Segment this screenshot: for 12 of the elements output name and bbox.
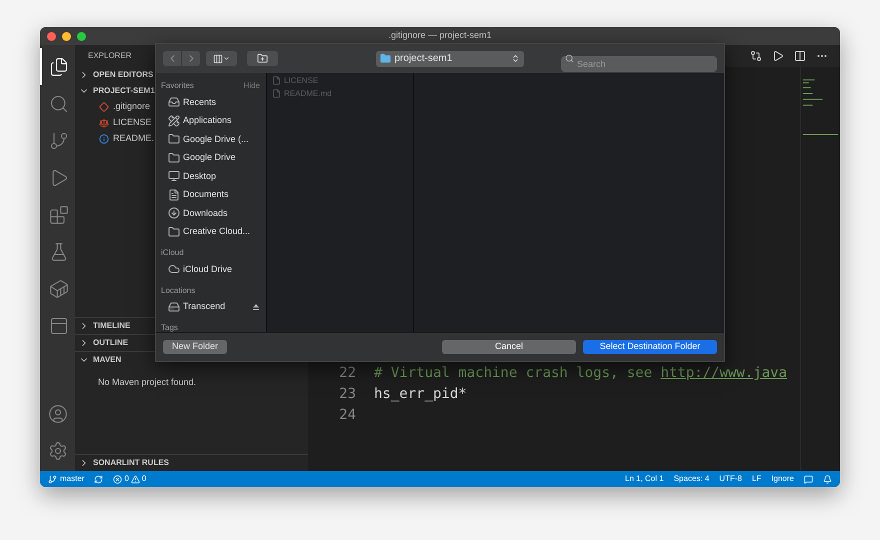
line-number: 24 (338, 406, 356, 425)
code-line: # Virtual machine crash logs, see http://www.java (374, 364, 788, 383)
section-heading: Favorites (161, 80, 194, 92)
sidebar-title: EXPLORER (88, 50, 132, 62)
code-line: hs_err_pid* (374, 385, 467, 404)
section-heading: Locations (161, 284, 196, 296)
line-number: 23 (338, 385, 356, 404)
line-number: 22 (338, 364, 356, 383)
section-heading: Tags (161, 322, 178, 332)
window-title: .gitignore — project-sem1 (388, 29, 492, 42)
empty-message: No Maven project found. (98, 377, 196, 387)
section-heading: iCloud (161, 247, 184, 259)
